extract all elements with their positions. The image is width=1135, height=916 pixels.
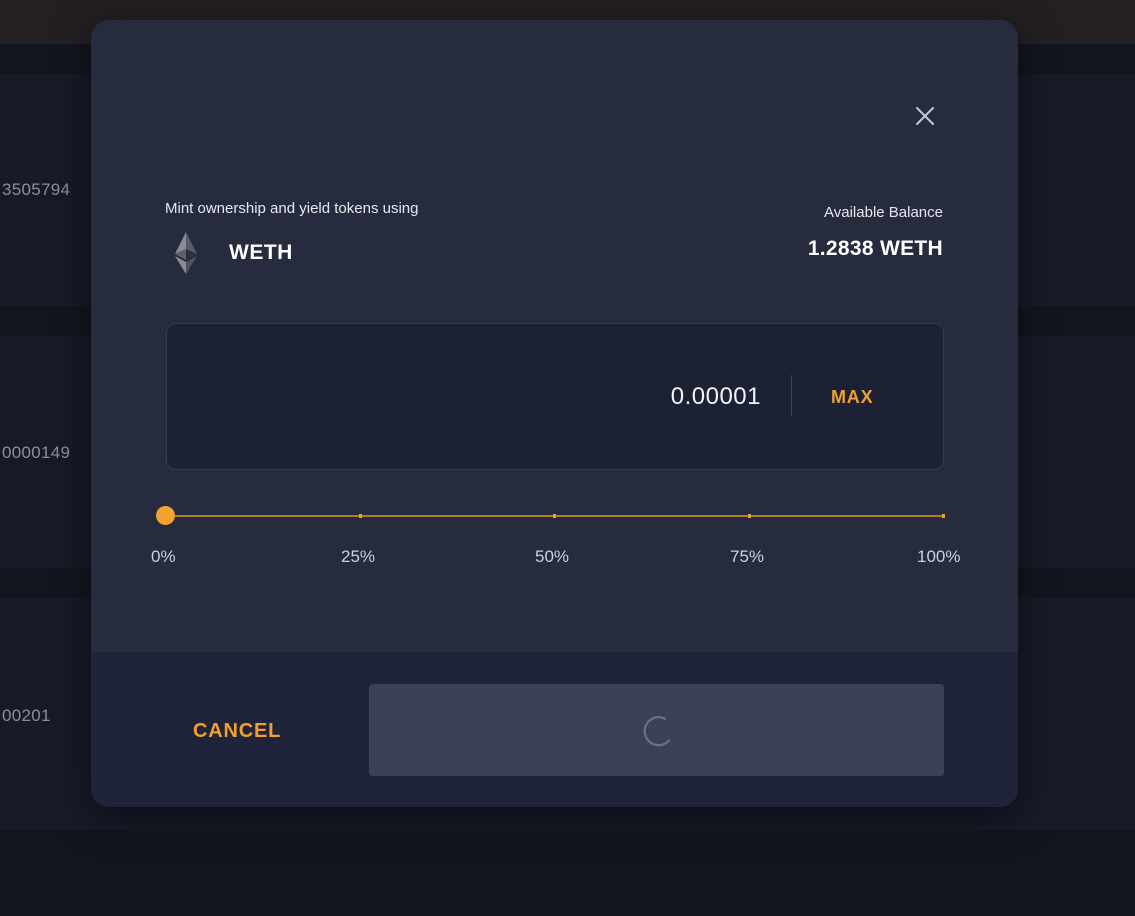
modal-footer: CANCEL [91,652,1018,807]
token-selector[interactable]: WETH [171,232,293,274]
slider-tick-label[interactable]: 75% [730,547,764,567]
close-icon [916,107,934,125]
slider-tick-label[interactable]: 100% [917,547,960,567]
close-button[interactable] [909,100,941,132]
slider-tick [359,514,362,518]
cancel-button[interactable]: CANCEL [193,720,281,743]
slider-tick-label[interactable]: 0% [151,547,176,567]
mint-modal: Mint ownership and yield tokens using WE… [91,20,1018,807]
slider-tick [553,514,556,518]
background-row-value: 0000149 [2,443,71,462]
available-balance-label: Available Balance [824,204,943,221]
token-name: WETH [229,241,293,264]
slider-tick-label[interactable]: 50% [535,547,569,567]
amount-slider[interactable] [156,506,946,526]
background-row-value: 3505794 [2,180,71,199]
background-row-value: 00201 [2,706,51,725]
ethereum-icon [175,232,197,274]
slider-tick-label[interactable]: 25% [341,547,375,567]
amount-divider [791,375,792,416]
amount-input[interactable] [359,382,763,412]
slider-tick [748,514,751,518]
loading-spinner-icon [643,716,671,747]
available-balance-value: 1.2838 WETH [807,237,943,260]
mint-label: Mint ownership and yield tokens using [165,200,419,217]
amount-input-box: MAX [166,323,944,470]
confirm-button[interactable] [369,684,944,776]
slider-tick [942,514,945,518]
slider-thumb[interactable] [156,506,175,525]
max-button[interactable]: MAX [831,387,873,408]
